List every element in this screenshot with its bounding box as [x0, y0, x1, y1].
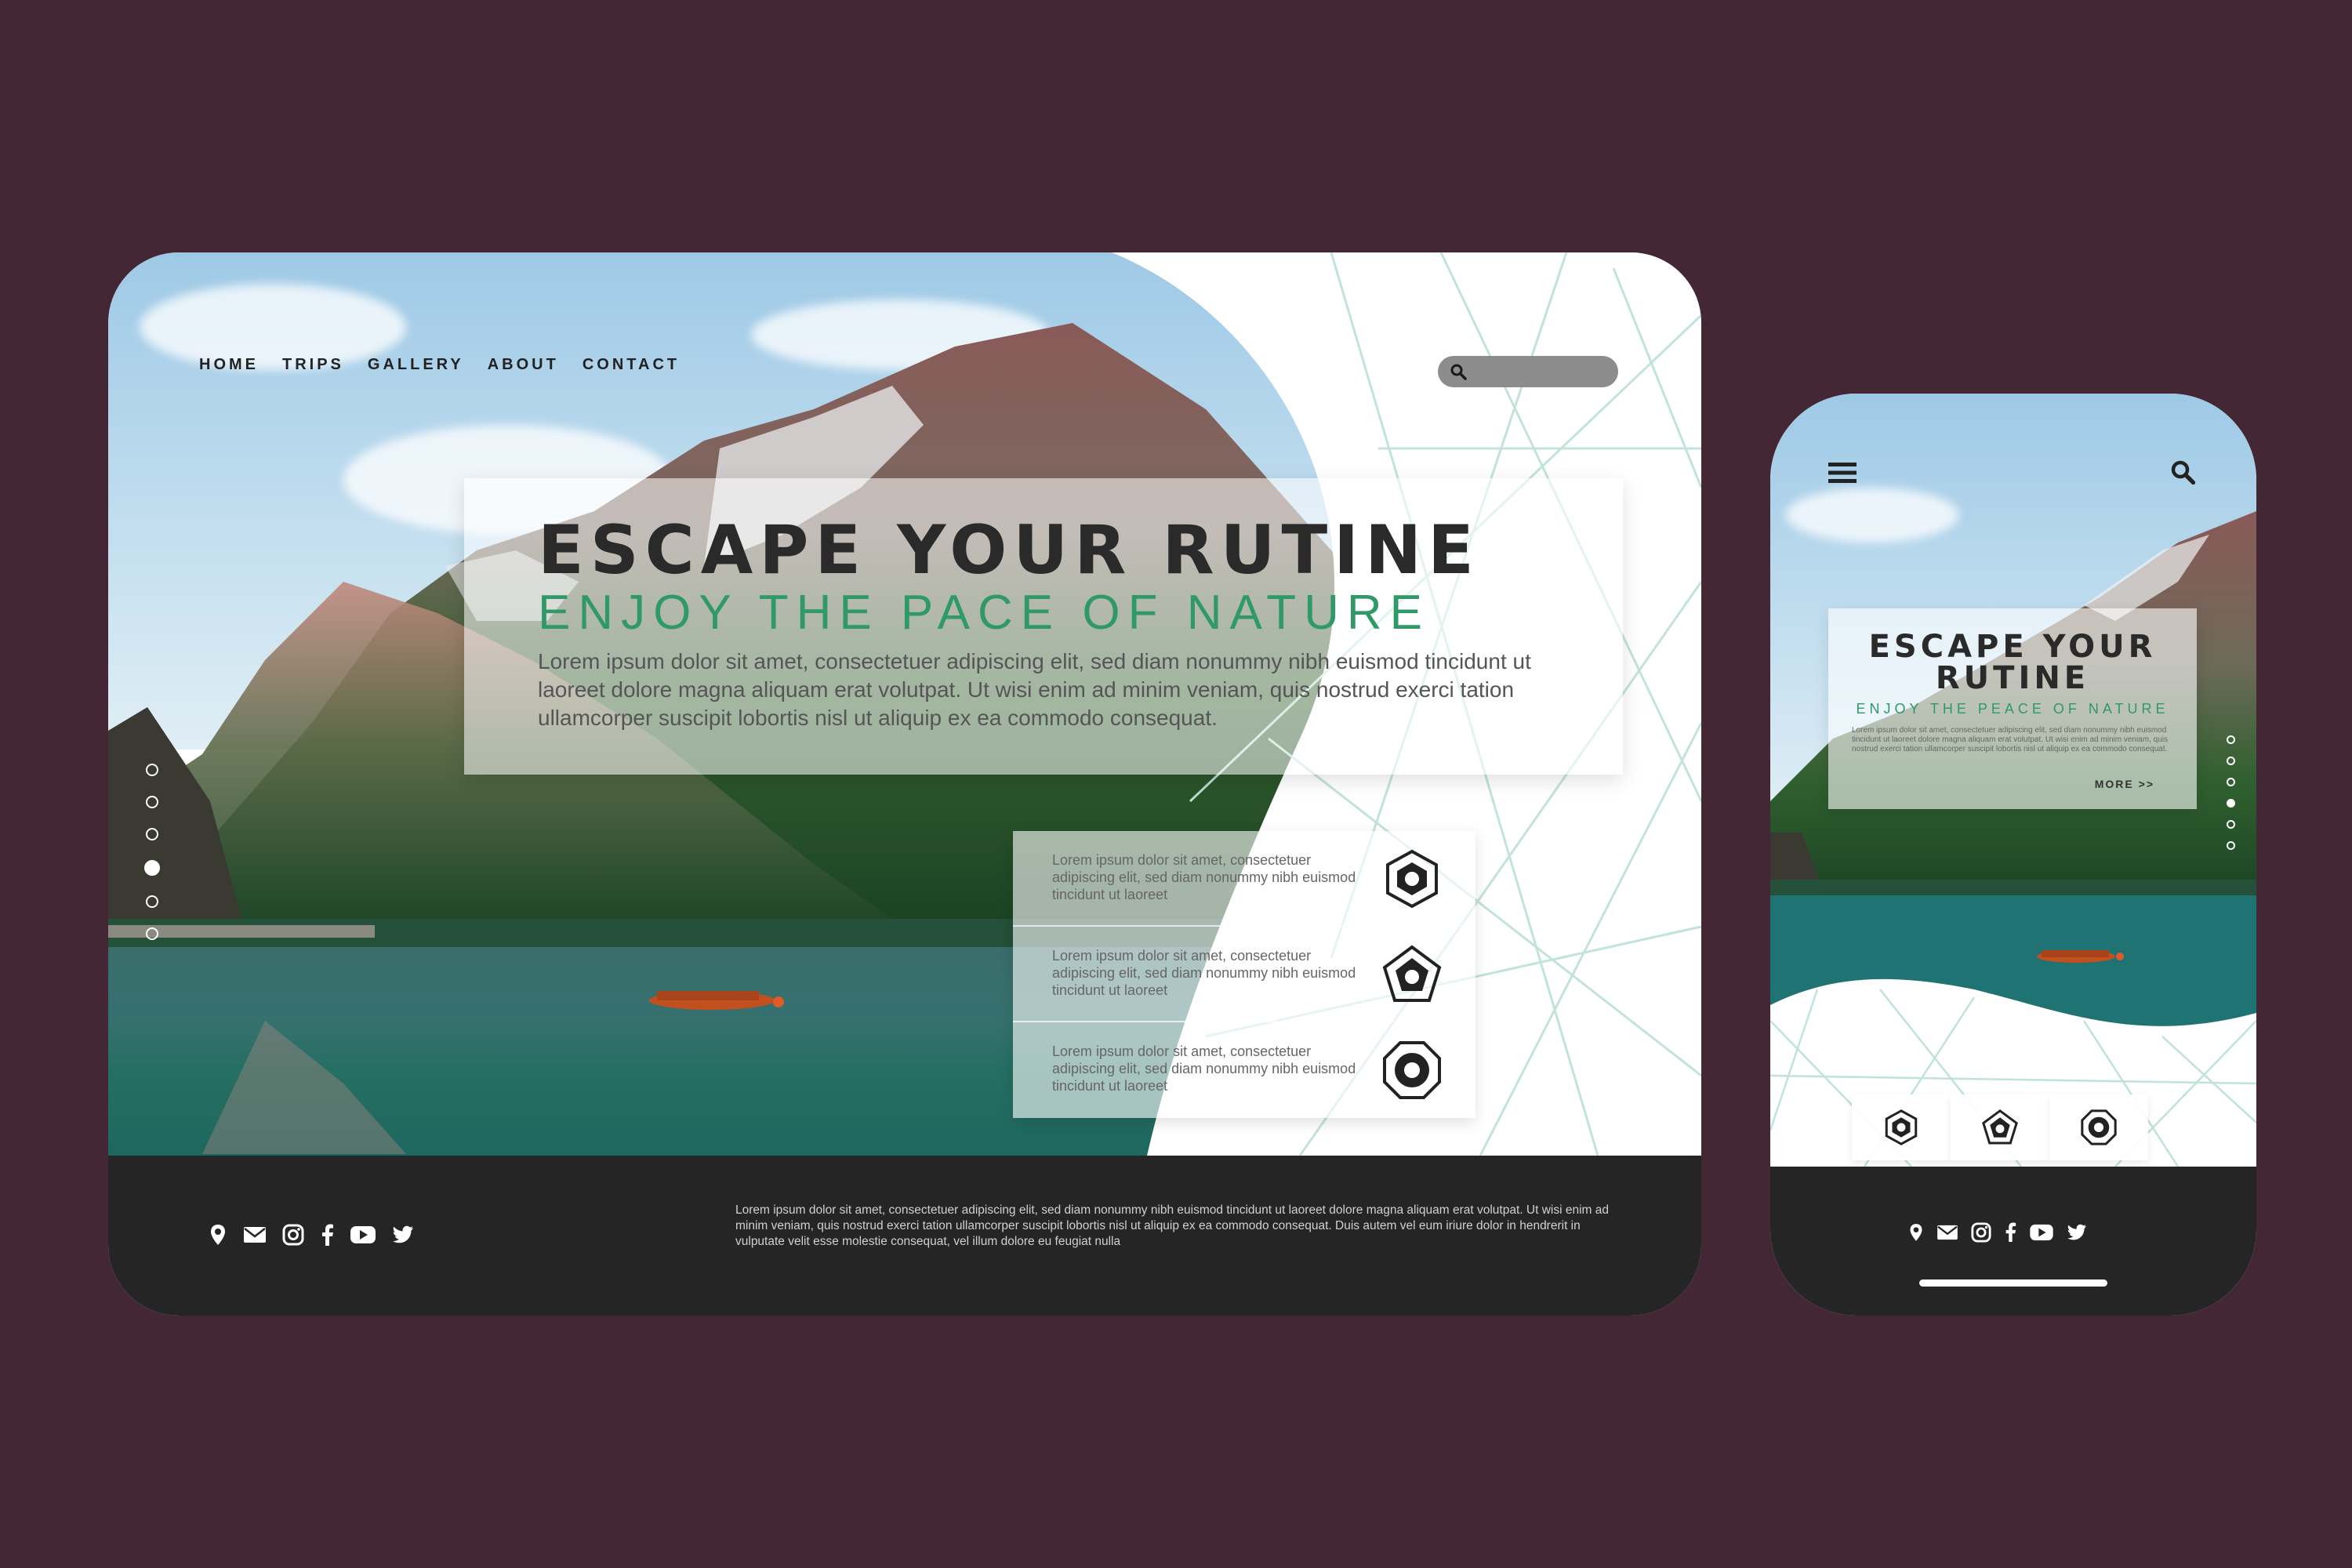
features-panel: Lorem ipsum dolor sit amet, consectetuer…	[1013, 831, 1475, 1118]
mobile-landing-page: ESCAPE YOUR RUTINE ENJOY THE PEACE OF NA…	[1770, 394, 2256, 1316]
social-links	[1908, 1221, 2087, 1243]
feature-item[interactable]: Lorem ipsum dolor sit amet, consectetuer…	[1013, 831, 1475, 927]
facebook-icon[interactable]	[320, 1223, 334, 1247]
hero-subtitle: ENJOY THE PACE OF NATURE	[538, 586, 1431, 640]
slider-dot[interactable]	[146, 927, 158, 940]
instagram-icon[interactable]	[1971, 1221, 1991, 1243]
footer	[1770, 1167, 2256, 1316]
hero-title: ESCAPE YOUR RUTINE	[538, 511, 1480, 590]
youtube-icon[interactable]	[2029, 1224, 2054, 1241]
feature-button[interactable]	[1951, 1094, 2049, 1160]
facebook-icon[interactable]	[2004, 1221, 2016, 1243]
desktop-landing-page: HOME TRIPS GALLERY ABOUT CONTACT ESCAPE …	[108, 252, 1701, 1316]
feature-text: Lorem ipsum dolor sit amet, consectetuer…	[1052, 1044, 1356, 1094]
location-pin-icon[interactable]	[209, 1223, 227, 1247]
search-icon[interactable]	[1449, 362, 1468, 381]
main-nav: HOME TRIPS GALLERY ABOUT CONTACT	[199, 356, 680, 374]
hamburger-menu-icon[interactable]	[1828, 461, 1857, 485]
email-icon[interactable]	[243, 1225, 267, 1244]
feature-button[interactable]	[1852, 1094, 1951, 1160]
feature-text: Lorem ipsum dolor sit amet, consectetuer…	[1052, 852, 1356, 902]
slider-dots	[2227, 735, 2235, 850]
slider-dot[interactable]	[2227, 735, 2235, 744]
feature-icons-bar	[1852, 1094, 2148, 1160]
slider-dot[interactable]	[2227, 841, 2235, 850]
hero-title-line2: RUTINE	[1935, 660, 2090, 696]
footer: Lorem ipsum dolor sit amet, consectetuer…	[108, 1156, 1701, 1316]
pentagon-nut-icon	[1982, 1109, 2018, 1145]
home-indicator[interactable]	[1919, 1279, 2107, 1287]
hero-body: Lorem ipsum dolor sit amet, consectetuer…	[1852, 726, 2168, 753]
slider-dot-active[interactable]	[2227, 799, 2235, 808]
email-icon[interactable]	[1936, 1224, 1958, 1241]
social-links	[209, 1223, 414, 1247]
pentagon-nut-icon	[1382, 945, 1442, 1002]
slider-dots	[144, 764, 160, 940]
location-pin-icon[interactable]	[1908, 1222, 1924, 1243]
nav-contact[interactable]: CONTACT	[583, 356, 680, 374]
nav-about[interactable]: ABOUT	[488, 356, 559, 374]
nav-home[interactable]: HOME	[199, 356, 259, 374]
twitter-icon[interactable]	[392, 1225, 414, 1244]
slider-dot[interactable]	[2227, 820, 2235, 829]
footer-text: Lorem ipsum dolor sit amet, consectetuer…	[735, 1203, 1609, 1248]
hero-card: ESCAPE YOUR RUTINE ENJOY THE PEACE OF NA…	[1828, 608, 2197, 809]
nav-trips[interactable]: TRIPS	[282, 356, 344, 374]
feature-item[interactable]: Lorem ipsum dolor sit amet, consectetuer…	[1013, 1022, 1475, 1118]
slider-dot[interactable]	[146, 828, 158, 840]
twitter-icon[interactable]	[2067, 1224, 2087, 1241]
feature-text: Lorem ipsum dolor sit amet, consectetuer…	[1052, 948, 1356, 998]
slider-dot[interactable]	[146, 764, 158, 776]
slider-dot[interactable]	[146, 895, 158, 908]
feature-item[interactable]: Lorem ipsum dolor sit amet, consectetuer…	[1013, 927, 1475, 1022]
more-link[interactable]: MORE >>	[2095, 778, 2154, 790]
hero-card: ESCAPE YOUR RUTINE ENJOY THE PACE OF NAT…	[464, 478, 1623, 775]
slider-dot[interactable]	[2227, 757, 2235, 765]
instagram-icon[interactable]	[282, 1224, 304, 1246]
hero-subtitle: ENJOY THE PEACE OF NATURE	[1856, 701, 2169, 717]
nav-gallery[interactable]: GALLERY	[368, 356, 464, 374]
slider-dot-active[interactable]	[144, 860, 160, 876]
octagon-nut-icon	[2081, 1109, 2117, 1145]
search-icon[interactable]	[2169, 458, 2197, 486]
hexagon-nut-icon	[1885, 1109, 1918, 1145]
youtube-icon[interactable]	[350, 1225, 376, 1244]
search-input[interactable]	[1438, 356, 1618, 387]
hero-body: Lorem ipsum dolor sit amet, consectetuer…	[538, 649, 1531, 730]
slider-dot[interactable]	[146, 796, 158, 808]
hero-title-line1: ESCAPE YOUR	[1868, 629, 2157, 665]
hexagon-nut-icon	[1386, 849, 1438, 909]
octagon-nut-icon	[1383, 1041, 1441, 1099]
feature-button[interactable]	[2049, 1094, 2148, 1160]
slider-dot[interactable]	[2227, 778, 2235, 786]
